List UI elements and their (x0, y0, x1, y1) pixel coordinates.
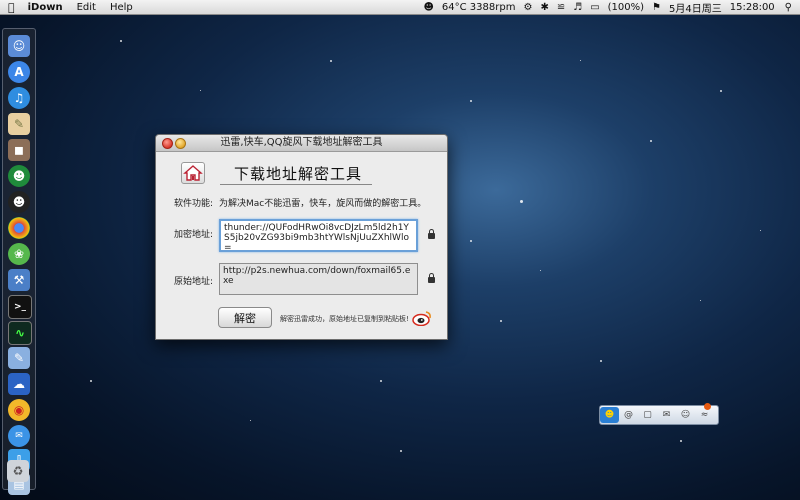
rss-icon[interactable]: ≈ (695, 403, 714, 420)
finder-icon[interactable]: ☺ (8, 35, 30, 57)
window-title: 迅雷,快车,QQ旋风下载地址解密工具 (220, 137, 383, 148)
contact-icon[interactable]: ☺ (676, 410, 695, 420)
app-heading: 下载地址解密工具 (234, 165, 363, 183)
at-icon[interactable]: @ (619, 410, 638, 420)
lock-icon (428, 229, 435, 239)
apple-menu-icon[interactable]:  (0, 1, 21, 14)
decoder-window: 迅雷,快车,QQ旋风下载地址解密工具 下载地址解密工具 软件功能: 为解决Mac… (155, 134, 448, 340)
window-titlebar[interactable]: 迅雷,快车,QQ旋风下载地址解密工具 (156, 135, 447, 152)
decoded-url-field[interactable]: http://p2s.newhua.com/down/foxmail65.exe (219, 263, 418, 295)
home-icon (183, 165, 203, 181)
terminal-icon[interactable]: >_ (8, 295, 32, 319)
battery-icon[interactable]: ▭ (586, 2, 603, 13)
wifi-icon[interactable]: ≌ (553, 2, 569, 13)
feature-label: 软件功能: (174, 199, 214, 209)
bluetooth-icon[interactable]: ✱ (536, 2, 552, 13)
flag-icon[interactable]: ⚑ (648, 2, 665, 13)
decode-button[interactable]: 解密 (218, 307, 272, 328)
close-button[interactable] (162, 138, 173, 149)
leaf-app-icon[interactable]: ❀ (8, 243, 30, 265)
feature-description: 为解决Mac不能迅雷，快车，旋风而做的解密工具。 (219, 199, 427, 209)
time-text[interactable]: 15:28:00 (726, 2, 781, 13)
home-button[interactable] (181, 162, 205, 184)
encoded-url-field[interactable]: thunder://QUFodHRwOi8vcDJzLm5ld2h1YS5jb2… (219, 219, 418, 252)
alien-icon[interactable]: ☻ (419, 2, 437, 13)
lock-icon (428, 273, 435, 283)
weibo-icon[interactable] (412, 310, 432, 326)
trash-icon[interactable]: ♻ (7, 460, 29, 482)
qq-green-icon[interactable]: ☻ (8, 165, 30, 187)
menubar-status-area: ☻ 64°C 3388rpm ⚙ ✱ ≌ ♬ ▭ (100%) ⚑ 5月4日周三… (419, 0, 800, 15)
menu-app-name[interactable]: iDown (21, 2, 70, 13)
app-blue-icon[interactable]: ☁ (8, 373, 30, 395)
preview-icon[interactable]: ✎ (8, 113, 30, 135)
editor-icon[interactable]: ✎ (8, 347, 30, 369)
notification-badge (704, 403, 711, 410)
encoded-label: 加密地址: (174, 230, 214, 240)
decoded-label: 原始地址: (174, 277, 214, 287)
heading-divider (220, 184, 372, 185)
chrome-icon[interactable] (8, 217, 30, 239)
battery-percent[interactable]: (100%) (604, 2, 648, 13)
weibo-dock-icon[interactable]: ◉ (8, 399, 30, 421)
dock: ☺ A ♫ ✎ ◼ ☻ ☻ ❀ ⚒ >_ ∿ ✎ ☁ ◉ ✉ ⇩ ▤ (2, 28, 36, 495)
date-text[interactable]: 5月4日周三 (665, 0, 726, 15)
qq-logo-icon[interactable]: ☻ (600, 407, 619, 423)
mail-icon[interactable]: ✉ (657, 410, 676, 420)
photo-booth-icon[interactable]: ◼ (8, 139, 30, 161)
chat-icon[interactable]: ✉ (8, 425, 30, 447)
activity-monitor-icon[interactable]: ∿ (8, 321, 32, 345)
menu-bar:  iDown Edit Help ☻ 64°C 3388rpm ⚙ ✱ ≌ ♬… (0, 0, 800, 15)
spotlight-icon[interactable]: ⚲ (781, 2, 800, 13)
xcode-icon[interactable]: ⚒ (8, 269, 30, 291)
qq-toolbar: ☻ @ ▢ ✉ ☺ ≈ (599, 403, 719, 425)
temperature-readout[interactable]: 64°C 3388rpm (438, 2, 520, 13)
sync-icon[interactable]: ⚙ (519, 2, 536, 13)
qq-penguin-icon[interactable]: ☻ (8, 191, 30, 213)
message-icon[interactable]: ▢ (638, 410, 657, 420)
menu-edit[interactable]: Edit (70, 2, 103, 13)
itunes-icon[interactable]: ♫ (8, 87, 30, 109)
minimize-button[interactable] (175, 138, 186, 149)
status-message: 解密迅雷成功，原始地址已复制到粘贴板! (280, 315, 409, 323)
app-store-icon[interactable]: A (8, 61, 30, 83)
menu-help[interactable]: Help (103, 2, 140, 13)
volume-icon[interactable]: ♬ (569, 2, 586, 13)
